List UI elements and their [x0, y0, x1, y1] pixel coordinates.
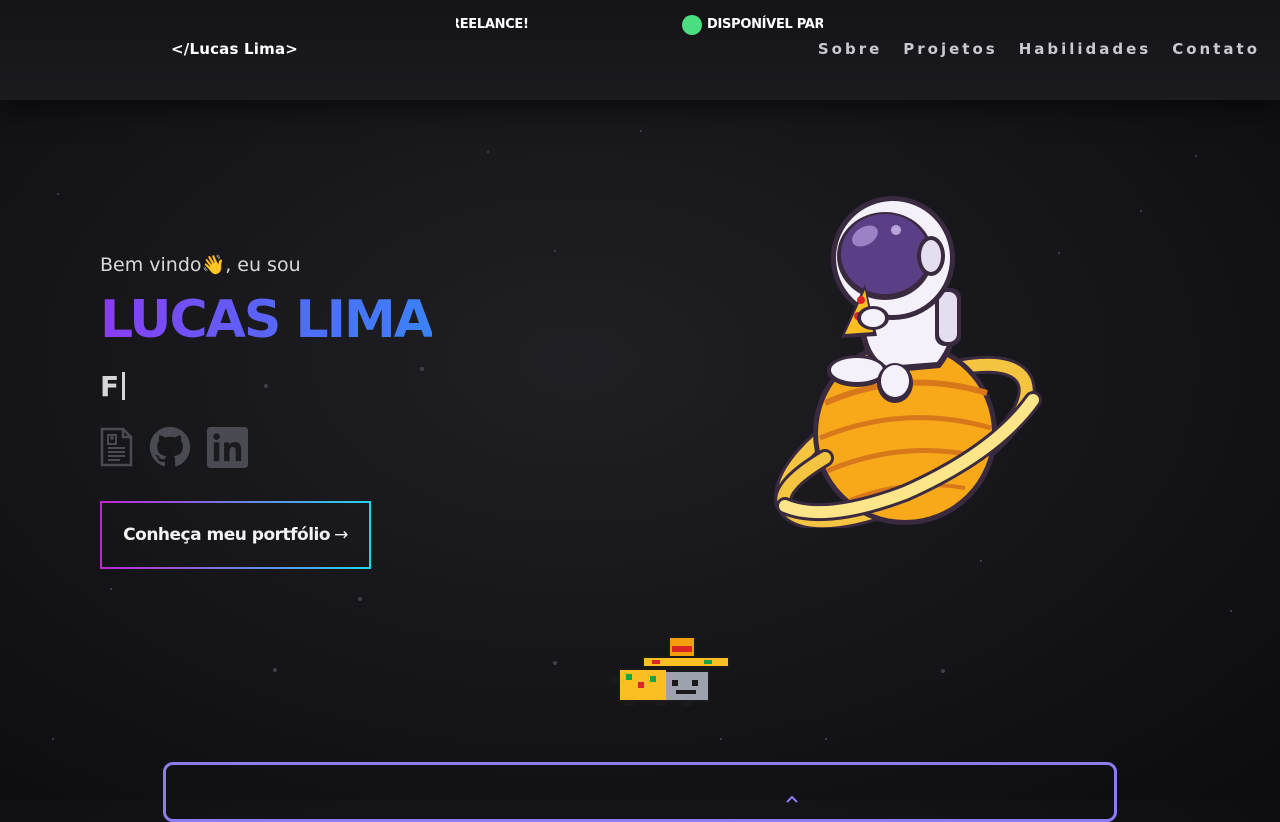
hero-name: LUCAS LIMA: [100, 290, 434, 350]
star: [110, 588, 112, 590]
star: [1140, 210, 1142, 212]
chevron-up-icon: [786, 795, 798, 803]
portfolio-button-label: Conheça meu portfólio: [123, 525, 331, 545]
github-icon[interactable]: [149, 426, 191, 472]
main-nav: Sobre Projetos Habilidades Contato: [818, 40, 1260, 58]
star: [1230, 610, 1232, 612]
greeting-text-suffix: , eu sou: [225, 254, 301, 276]
star: [825, 738, 827, 740]
star: [57, 193, 59, 195]
waving-hand-icon: 👋: [201, 254, 226, 276]
nav-item-habilidades[interactable]: Habilidades: [1019, 40, 1152, 58]
star: [720, 738, 722, 740]
arrow-right-icon: →: [334, 525, 348, 545]
star: [554, 250, 556, 252]
site-header: </Lucas Lima> REELANCE! DISPONÍVEL PARA …: [0, 0, 1280, 100]
greeting-text: Bem vindo: [100, 254, 202, 276]
status-dot-icon: [682, 15, 702, 35]
typed-role: F: [100, 370, 126, 403]
nav-item-sobre[interactable]: Sobre: [818, 40, 882, 58]
resume-icon[interactable]: [100, 427, 133, 471]
star: [358, 597, 362, 601]
star: [1058, 252, 1060, 254]
nav-item-projetos[interactable]: Projetos: [903, 40, 997, 58]
star: [487, 151, 489, 153]
star: [640, 130, 642, 132]
typing-caret: [122, 372, 126, 400]
nyan-taco-sprite: [612, 634, 730, 708]
about-card: [163, 762, 1117, 822]
ticker-text-right: DISPONÍVEL PARA: [707, 17, 823, 32]
hero-greeting: Bem vindo👋, eu sou: [100, 253, 301, 276]
ticker-text-left: REELANCE!: [456, 17, 529, 32]
star: [941, 669, 945, 673]
star: [273, 668, 277, 672]
star: [980, 560, 982, 562]
star: [264, 384, 268, 388]
typed-role-text: F: [100, 370, 120, 403]
star: [553, 661, 557, 665]
linkedin-icon[interactable]: [207, 426, 248, 472]
site-logo[interactable]: </Lucas Lima>: [171, 40, 298, 58]
availability-ticker: REELANCE! DISPONÍVEL PARA: [456, 12, 823, 38]
astronaut-planet-illustration: [765, 188, 1045, 531]
star: [420, 367, 424, 371]
portfolio-button[interactable]: Conheça meu portfólio →: [100, 501, 371, 569]
social-links: [100, 426, 248, 472]
star: [52, 738, 54, 740]
nav-item-contato[interactable]: Contato: [1172, 40, 1260, 58]
star: [1195, 155, 1197, 157]
